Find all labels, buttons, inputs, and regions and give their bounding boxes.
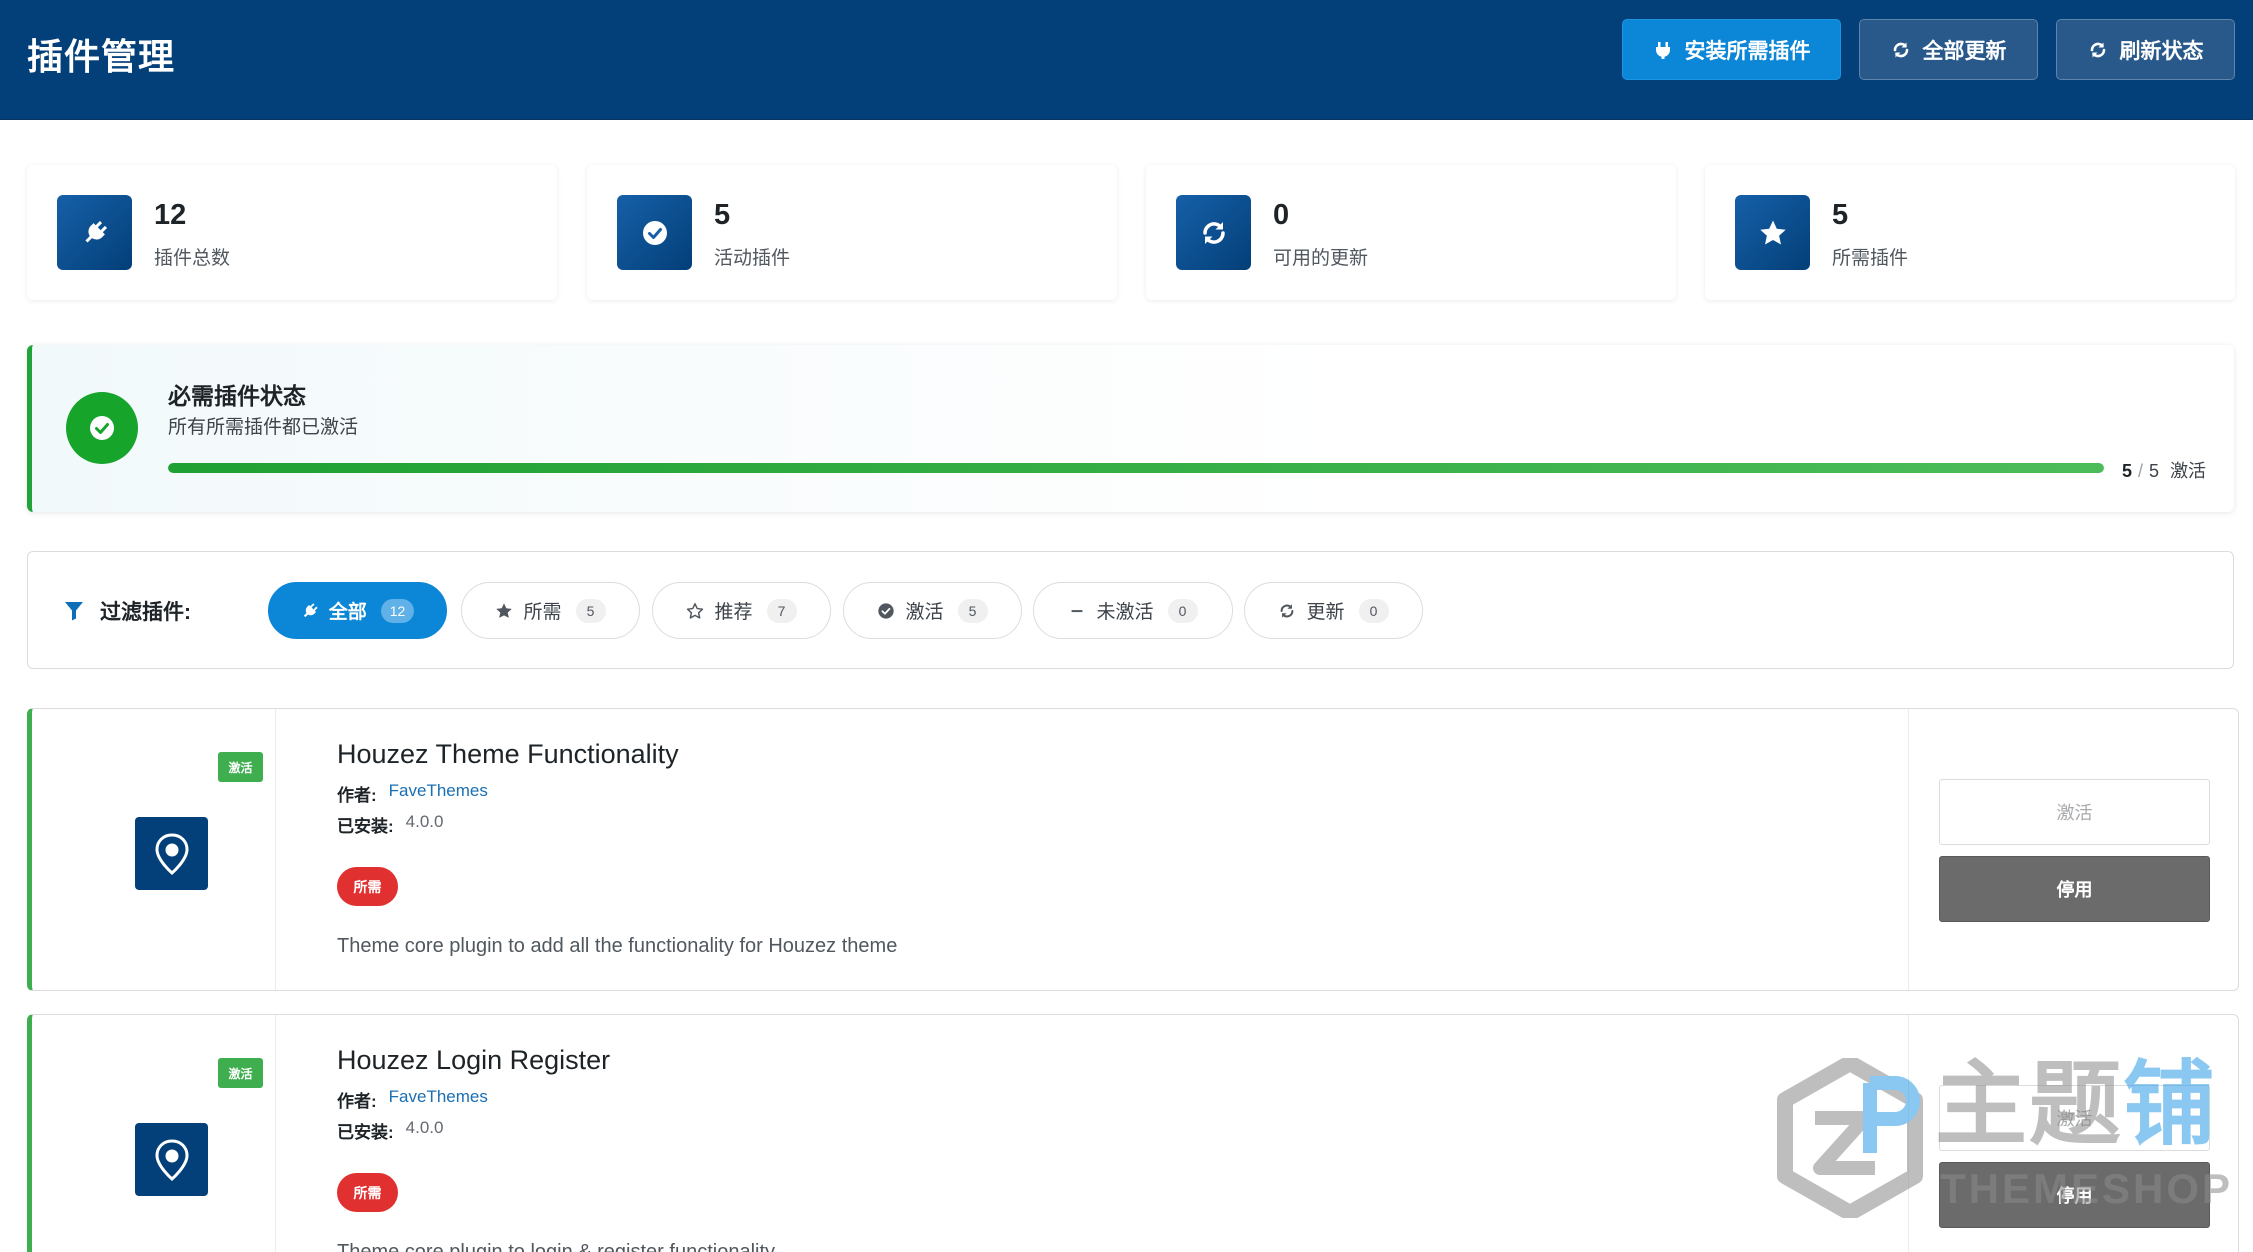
check-circle-icon xyxy=(878,602,895,619)
plugin-card: 激活 Houzez Theme Functionality 作者: FaveTh… xyxy=(27,708,2239,991)
filter-pill-label: 全部 xyxy=(328,602,367,623)
filter-pill-label: 激活 xyxy=(905,602,944,623)
author-link[interactable]: FaveThemes xyxy=(389,781,488,806)
plugin-version-row: 已安装: 4.0.0 xyxy=(337,1118,443,1143)
status-badge: 激活 xyxy=(218,752,263,782)
plugin-version-row: 已安装: 4.0.0 xyxy=(337,812,443,837)
filter-bar: 过滤插件: 全部 12 所需 5 推荐 7 激活 5 未激活 0 更新 0 xyxy=(27,551,2234,669)
author-label: 作者: xyxy=(337,1092,377,1111)
filter-icon xyxy=(65,602,83,621)
update-all-label: 全部更新 xyxy=(1922,39,2007,63)
installed-version: 4.0.0 xyxy=(405,812,444,831)
stat-label: 插件总数 xyxy=(154,248,231,269)
installed-label: 已安装: xyxy=(337,1123,394,1142)
plugin-author-row: 作者: FaveThemes xyxy=(337,1087,488,1112)
author-link[interactable]: FaveThemes xyxy=(389,1087,488,1112)
required-progress-fill xyxy=(168,463,2104,473)
plugin-card: 激活 Houzez Login Register 作者: FaveThemes … xyxy=(27,1014,2239,1252)
installed-label: 已安装: xyxy=(337,817,394,836)
plug-icon xyxy=(1655,41,1670,59)
required-tag: 所需 xyxy=(337,1173,398,1212)
filter-pill-recommended[interactable]: 推荐 7 xyxy=(652,582,831,639)
required-active-count: 5 xyxy=(2122,461,2133,481)
stat-value: 12 xyxy=(154,199,187,231)
filter-pill-updates[interactable]: 更新 0 xyxy=(1244,582,1423,639)
required-status-subtitle: 所有所需插件都已激活 xyxy=(168,417,359,438)
plug-icon xyxy=(57,195,132,270)
filter-pill-count: 0 xyxy=(1167,598,1198,623)
required-progress-bar xyxy=(168,463,2104,473)
star-icon xyxy=(496,602,513,618)
plugin-author-row: 作者: FaveThemes xyxy=(337,781,488,806)
author-label: 作者: xyxy=(337,786,377,805)
stat-value: 0 xyxy=(1273,199,1290,231)
stat-value: 5 xyxy=(714,199,731,231)
filter-pill-label: 所需 xyxy=(523,602,562,623)
required-count: 5/5 激活 xyxy=(2122,457,2206,483)
filter-pill-count: 5 xyxy=(575,598,606,623)
sync-icon xyxy=(1893,42,1908,57)
activate-button[interactable]: 激活 xyxy=(1939,1085,2210,1151)
filter-pill-inactive[interactable]: 未激活 0 xyxy=(1033,582,1233,639)
plug-icon xyxy=(303,602,318,617)
plugin-name: Houzez Login Register xyxy=(337,1045,611,1075)
filter-pill-count: 0 xyxy=(1358,598,1389,623)
filter-pill-label: 推荐 xyxy=(714,602,753,623)
sync-icon xyxy=(1281,603,1294,618)
stat-card-total: 12 插件总数 xyxy=(27,165,557,300)
filter-pill-count: 7 xyxy=(766,598,797,623)
status-badge: 激活 xyxy=(218,1058,263,1088)
required-status-title: 必需插件状态 xyxy=(168,383,306,409)
filter-label: 过滤插件: xyxy=(100,601,191,624)
filter-pill-all[interactable]: 全部 12 xyxy=(268,582,447,639)
filter-pill-count: 5 xyxy=(957,598,988,623)
plugin-card-media: 激活 xyxy=(32,1015,276,1252)
plugin-name: Houzez Theme Functionality xyxy=(337,739,679,769)
filter-heading: 过滤插件: xyxy=(64,596,191,626)
minus-icon xyxy=(1072,609,1083,612)
required-tag: 所需 xyxy=(337,867,398,906)
map-pin-icon xyxy=(135,817,208,890)
deactivate-button[interactable]: 停用 xyxy=(1939,856,2210,922)
plugin-description: Theme core plugin to add all the functio… xyxy=(337,935,898,957)
filter-pill-active[interactable]: 激活 5 xyxy=(843,582,1022,639)
stat-label: 可用的更新 xyxy=(1273,248,1369,269)
required-count-separator: / xyxy=(2138,461,2144,481)
deactivate-button[interactable]: 停用 xyxy=(1939,1162,2210,1228)
map-pin-icon xyxy=(135,1123,208,1196)
stat-card-required: 5 所需插件 xyxy=(1705,165,2235,300)
activate-button[interactable]: 激活 xyxy=(1939,779,2210,845)
update-all-button[interactable]: 全部更新 xyxy=(1859,19,2038,80)
refresh-status-button[interactable]: 刷新状态 xyxy=(2056,19,2235,80)
stat-card-updates: 0 可用的更新 xyxy=(1146,165,1676,300)
filter-pill-count: 12 xyxy=(380,598,415,623)
required-status-panel: 必需插件状态 所有所需插件都已激活 5/5 激活 xyxy=(27,345,2234,512)
stat-value: 5 xyxy=(1832,199,1849,231)
page-header: 插件管理 安装所需插件 全部更新 刷新状态 xyxy=(0,0,2253,120)
stat-card-active: 5 活动插件 xyxy=(587,165,1117,300)
stat-label: 活动插件 xyxy=(714,248,791,269)
star-outline-icon xyxy=(687,602,704,619)
required-total-count: 5 xyxy=(2149,461,2160,481)
filter-pill-label: 未激活 xyxy=(1096,602,1154,623)
plugin-description: Theme core plugin to login & register fu… xyxy=(337,1241,776,1252)
stat-label: 所需插件 xyxy=(1832,248,1909,269)
plugin-actions: 激活 停用 xyxy=(1908,1015,2238,1252)
check-circle-icon xyxy=(66,392,138,464)
install-required-button[interactable]: 安装所需插件 xyxy=(1622,19,1841,80)
refresh-status-label: 刷新状态 xyxy=(2119,39,2204,63)
check-circle-icon xyxy=(617,195,692,270)
plugin-actions: 激活 停用 xyxy=(1908,709,2238,990)
page-title: 插件管理 xyxy=(27,36,176,77)
plugin-card-media: 激活 xyxy=(32,709,276,990)
sync-icon xyxy=(1176,195,1251,270)
required-count-suffix: 激活 xyxy=(2170,461,2207,481)
filter-pill-label: 更新 xyxy=(1306,602,1345,623)
install-required-label: 安装所需插件 xyxy=(1684,39,1811,63)
filter-pill-required[interactable]: 所需 5 xyxy=(461,582,640,639)
sync-icon xyxy=(2090,42,2105,57)
installed-version: 4.0.0 xyxy=(405,1118,444,1137)
star-icon xyxy=(1735,195,1810,270)
